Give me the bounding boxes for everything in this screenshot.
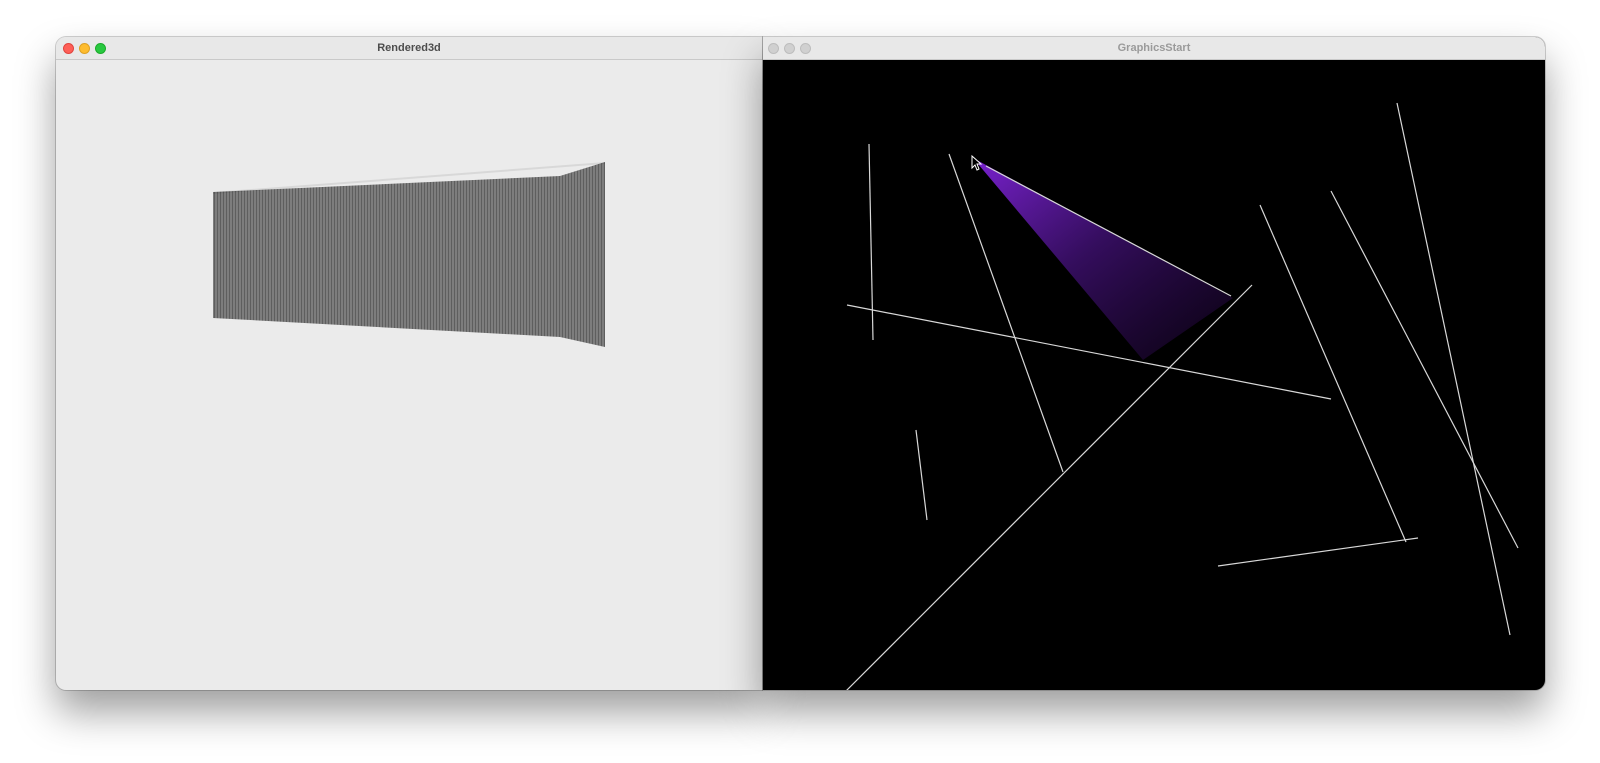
wall-segment — [846, 304, 1332, 400]
wall-segment — [915, 429, 928, 521]
wall-segment — [1217, 537, 1419, 567]
window-title: GraphicsStart — [1117, 42, 1191, 54]
graphicsstart-canvas[interactable] — [763, 60, 1545, 690]
graphicsstart-window: GraphicsStart — [763, 37, 1545, 690]
rendered3d-scene — [213, 162, 605, 347]
rendered3d-titlebar[interactable]: Rendered3d — [56, 37, 762, 60]
arrow-cursor-icon — [971, 154, 983, 171]
rendered-wall-main — [213, 176, 560, 337]
graphicsstart-titlebar[interactable]: GraphicsStart — [763, 37, 1545, 60]
wall-segment — [1259, 204, 1407, 543]
rendered3d-window: Rendered3d — [56, 37, 762, 690]
wall-segments — [846, 102, 1519, 690]
rendered3d-canvas[interactable] — [56, 60, 762, 690]
rendered-wall-side — [560, 162, 605, 347]
wall-segment — [1396, 102, 1511, 636]
wall-segment — [846, 284, 1253, 690]
wall-segment — [868, 143, 874, 341]
map-view — [846, 102, 1519, 690]
wall-segment — [1330, 190, 1519, 549]
window-title: Rendered3d — [377, 42, 441, 54]
